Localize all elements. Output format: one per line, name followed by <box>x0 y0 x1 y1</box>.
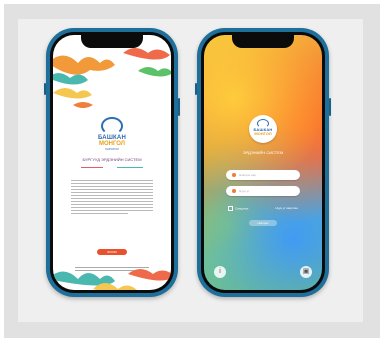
info-icon[interactable]: i <box>214 266 226 278</box>
checkbox-icon <box>228 206 233 211</box>
intro-title: БУРГУУД ЭРДЭНИЙН СИСТЕМ <box>82 157 142 162</box>
start-button[interactable]: ЭХЛЭХ <box>97 249 127 255</box>
phone-bezel: БАШКАН МОНГОЛ ЭРДЭНИЙН СИСТЕМ Нэвтрэх нэ… <box>201 32 325 293</box>
phone-left: БАШКАН МОНГОЛ ХАРАТОО БУРГУУД ЭРДЭНИЙН С… <box>44 28 180 297</box>
intro-screen: БАШКАН МОНГОЛ ХАРАТОО БУРГУУД ЭРДЭНИЙН С… <box>53 35 171 290</box>
footer-note <box>75 267 149 273</box>
cloud-ornament-icon <box>53 48 171 108</box>
phone-notch <box>232 35 294 48</box>
divider-left <box>81 167 103 168</box>
volume-button <box>195 83 197 95</box>
forgot-password-link[interactable]: Нууц үг мартсан <box>275 206 298 210</box>
background-frame: БАШКАН МОНГОЛ ХАРАТОО БУРГУУД ЭРДЭНИЙН С… <box>4 4 380 338</box>
lock-icon <box>232 189 236 193</box>
volume-button <box>44 83 46 95</box>
username-placeholder: Нэвтрэх нэр <box>239 173 256 177</box>
login-title: ЭРДЭНИЙН СИСТЕМ <box>242 150 284 155</box>
username-field[interactable]: Нэвтрэх нэр <box>226 170 300 180</box>
password-field[interactable]: Нууц үг <box>226 186 300 196</box>
phone-notch <box>81 35 143 48</box>
phone-bezel: БАШКАН МОНГОЛ ХАРАТОО БУРГУУД ЭРДЭНИЙН С… <box>50 32 174 293</box>
gallery-icon[interactable]: ▣ <box>300 266 312 278</box>
remember-checkbox[interactable]: Сануулах <box>228 206 248 211</box>
logo-icon <box>100 117 123 135</box>
password-placeholder: Нууц үг <box>239 189 250 193</box>
phone-right: БАШКАН МОНГОЛ ЭРДЭНИЙН СИСТЕМ Нэвтрэх нэ… <box>195 28 331 297</box>
logo-sub: ХАРАТОО <box>105 147 119 151</box>
login-button[interactable]: Нэвтрэх <box>249 220 277 226</box>
power-button <box>178 98 180 116</box>
login-screen: БАШКАН МОНГОЛ ЭРДЭНИЙН СИСТЕМ Нэвтрэх нэ… <box>204 35 322 290</box>
app-logo-badge: БАШКАН МОНГОЛ <box>249 115 277 143</box>
intro-paragraph <box>71 180 153 216</box>
user-icon <box>232 173 236 177</box>
power-button <box>329 98 331 116</box>
app-logo: БАШКАН МОНГОЛ ХАРАТОО <box>98 117 126 151</box>
divider-right <box>117 167 143 168</box>
logo-word2: МОНГОЛ <box>254 131 272 136</box>
